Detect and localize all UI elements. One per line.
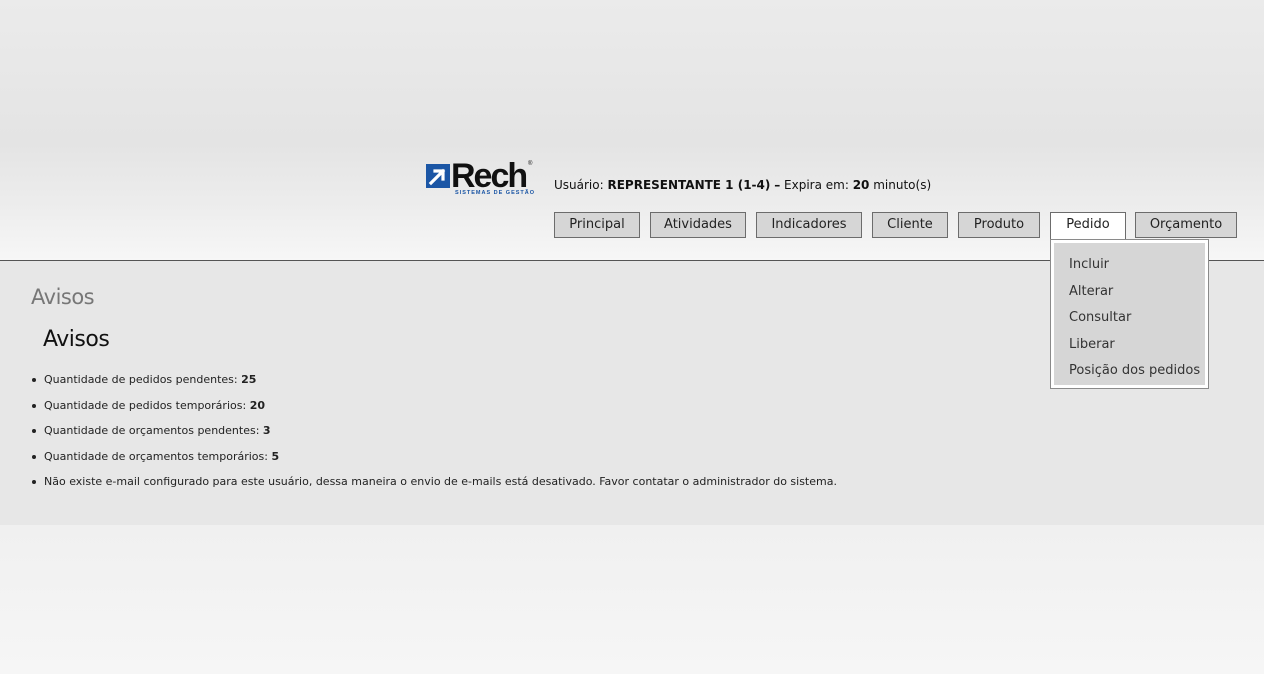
arrow-up-right-icon xyxy=(426,164,450,188)
user-label: Usuário: xyxy=(554,178,604,192)
expires-label: Expira em: xyxy=(784,178,849,192)
user-session-info: Usuário: REPRESENTANTE 1 (1-4) – Expira … xyxy=(554,178,931,192)
menu-item-posicao-pedidos[interactable]: Posição dos pedidos xyxy=(1054,358,1205,385)
nav-produto[interactable]: Produto xyxy=(958,212,1040,238)
notice-text: Quantidade de orçamentos pendentes: xyxy=(44,424,260,437)
list-item: Quantidade de pedidos temporários: 20 xyxy=(32,396,837,422)
menu-item-alterar[interactable]: Alterar xyxy=(1054,279,1205,306)
rech-logo[interactable]: Rech ® SISTEMAS DE GESTÃO xyxy=(426,157,538,200)
user-info-separator: – xyxy=(774,178,781,192)
nav-indicadores[interactable]: Indicadores xyxy=(756,212,862,238)
notice-value: 5 xyxy=(271,449,280,463)
expires-unit: minuto(s) xyxy=(873,178,932,192)
logo-tagline: SISTEMAS DE GESTÃO xyxy=(455,190,536,196)
menu-item-incluir[interactable]: Incluir xyxy=(1054,252,1205,279)
notice-text: Não existe e-mail configurado para este … xyxy=(44,475,837,488)
menu-item-liberar[interactable]: Liberar xyxy=(1054,332,1205,359)
menu-item-consultar[interactable]: Consultar xyxy=(1054,305,1205,332)
dropdown-list: Incluir Alterar Consultar Liberar Posiçã… xyxy=(1054,243,1205,385)
pedido-dropdown-menu: Incluir Alterar Consultar Liberar Posiçã… xyxy=(1050,239,1209,389)
page-title: Avisos xyxy=(31,285,95,309)
notice-value: 25 xyxy=(241,373,257,386)
expires-value: 20 xyxy=(852,178,870,192)
user-name: REPRESENTANTE 1 (1-4) xyxy=(607,178,771,192)
notice-value: 3 xyxy=(262,424,271,437)
logo-registered-mark: ® xyxy=(528,161,533,167)
nav-principal[interactable]: Principal xyxy=(554,212,640,238)
nav-atividades[interactable]: Atividades xyxy=(650,212,746,238)
section-title: Avisos xyxy=(43,327,110,352)
notice-list: Quantidade de pedidos pendentes: 25 Quan… xyxy=(32,370,837,498)
notice-text: Quantidade de orçamentos temporários: xyxy=(44,449,268,463)
list-item: Quantidade de orçamentos pendentes: 3 xyxy=(32,421,837,447)
nav-cliente[interactable]: Cliente xyxy=(872,212,948,238)
nav-orcamento[interactable]: Orçamento xyxy=(1135,212,1237,238)
footer-band xyxy=(0,525,1264,674)
list-item: Não existe e-mail configurado para este … xyxy=(32,472,837,498)
notice-text: Quantidade de pedidos pendentes: xyxy=(44,373,238,386)
notice-value: 20 xyxy=(249,398,265,412)
list-item: Quantidade de orçamentos temporários: 5 xyxy=(32,447,837,473)
notice-text: Quantidade de pedidos temporários: xyxy=(44,398,247,412)
list-item: Quantidade de pedidos pendentes: 25 xyxy=(32,370,837,396)
logo-wordmark: Rech xyxy=(451,157,528,195)
nav-pedido[interactable]: Pedido xyxy=(1050,212,1126,240)
